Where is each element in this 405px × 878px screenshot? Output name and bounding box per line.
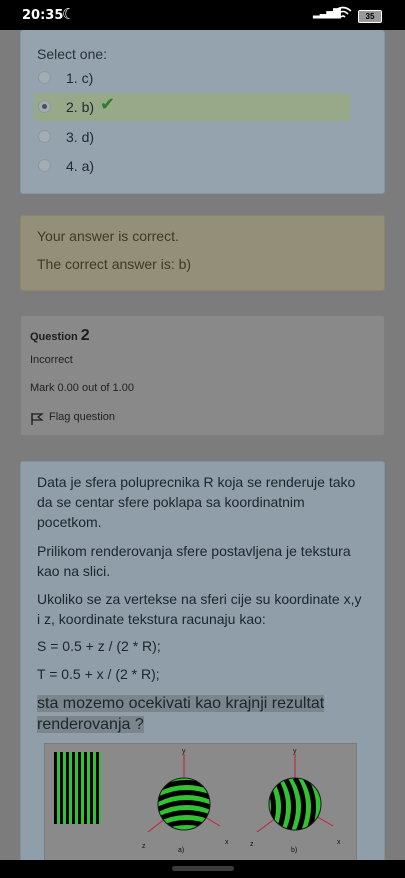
clock-time: 20:35 [22,8,64,23]
radio-button-checked[interactable] [38,100,51,113]
axis-x-label-a: x [225,839,229,846]
sphere-a [147,754,221,833]
question-paragraph: Ukoliko se za vertekse na sferi cije su … [37,591,362,627]
radio-button[interactable] [38,159,51,172]
formula-s: S = 0.5 + z / (2 * R); [37,638,161,654]
axis-z-label-a: z [142,843,146,850]
question-info-panel: Question 2 Incorrect Mark 0.00 out of 1.… [20,315,385,436]
figure-label-a: a) [178,847,184,854]
feedback-panel: Your answer is correct. The correct answ… [20,215,385,291]
stripe-texture [54,752,101,824]
figure-canvas: y x z y x z a) b) [54,748,341,854]
option-label: 2. b) [66,99,95,115]
option-2[interactable]: 2. b) ✔ [34,93,350,121]
status-bar: 20:35 ☾ ▂▃▅▇ 35 [0,0,405,30]
figure-label-b: b) [291,847,297,854]
battery-icon: 35 [358,10,382,23]
question-prompt-text: sta mozemo ocekivati kao krajnji rezulta… [37,695,325,733]
option-label: 1. c) [66,70,94,86]
axis-x-label-b: x [337,839,341,846]
option-3[interactable]: 3. d) [34,123,350,151]
question-word: Question [30,331,78,343]
formula-t: T = 0.5 + x / (2 * R); [37,666,160,682]
option-label: 4. a) [66,158,95,174]
checkmark-icon: ✔ [100,94,116,114]
question-paragraph: Data je sfera poluprecnika R koja se ren… [37,474,356,530]
radio-button[interactable] [38,71,51,84]
wifi-icon [334,6,352,18]
radio-button[interactable] [38,130,51,143]
option-1[interactable]: 1. c) [34,64,350,92]
feedback-correct: Your answer is correct. [37,228,179,244]
moon-icon: ☾ [62,6,76,23]
feedback-correct-answer: The correct answer is: b) [37,256,192,272]
gesture-navigation-bar [0,860,405,878]
answer-options-panel: Select one: 1. c) 2. b) ✔ 3. d) 4. a) [20,30,385,194]
question-number: 2 [80,327,90,344]
texture-figure: y x z y x z a) b) [44,743,357,871]
home-handle[interactable] [172,866,234,871]
question-prompt: sta mozemo ocekivati kao krajnji rezulta… [37,693,366,735]
question-title: Question 2 [30,327,90,345]
axis-z-label-b: z [250,841,254,848]
question-state: Incorrect [30,354,73,366]
axis-y-label-a: y [182,748,186,755]
question-text-panel: Data je sfera poluprecnika R koja se ren… [20,461,385,871]
question-paragraph: Prilikom renderovanja sfere postavljena … [37,543,351,579]
question-mark: Mark 0.00 out of 1.00 [30,382,134,394]
option-4[interactable]: 4. a) [34,152,350,180]
sphere-b [256,754,334,833]
flag-icon[interactable] [30,412,44,426]
flag-question-link[interactable]: Flag question [49,411,115,423]
option-label: 3. d) [66,129,95,145]
axis-y-label-b: y [293,748,297,755]
select-one-label: Select one: [37,46,108,62]
